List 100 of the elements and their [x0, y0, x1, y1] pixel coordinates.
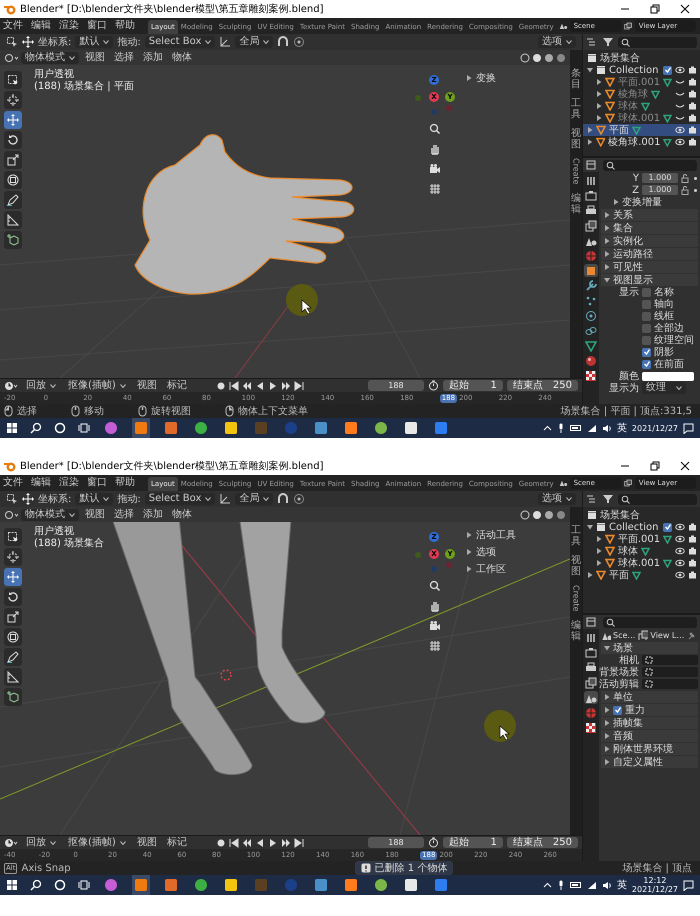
menu-item[interactable]: 标记 [164, 836, 190, 848]
outliner-item[interactable]: 棱角球.001 [608, 135, 660, 149]
options-dropdown[interactable]: 选项 [538, 36, 576, 48]
property-label: Y [632, 172, 639, 184]
property-label: 背景场景 [599, 666, 639, 678]
input-language-indicator[interactable]: 英 [616, 421, 627, 435]
data-block-picker[interactable]: Sce… [601, 630, 636, 640]
property-label: 相机 [619, 654, 639, 666]
outliner-item[interactable]: 场景集合 [600, 508, 640, 522]
status-message: 已删除 1 个物体 [374, 862, 448, 875]
menu-item[interactable]: 帮助 [112, 20, 138, 32]
sidebar-tab[interactable]: 编辑 [571, 620, 581, 642]
sidebar-tab[interactable]: 编辑 [571, 192, 581, 215]
outliner-item[interactable]: 平面.001 [618, 532, 660, 546]
sidebar-tab[interactable]: 工具 [571, 98, 581, 120]
menu-item[interactable]: 视图 [134, 836, 160, 848]
mode-dropdown[interactable]: 物体模式 [21, 508, 79, 520]
outliner-row[interactable]: Collection [583, 64, 700, 76]
menu-item[interactable]: 选择 [111, 508, 137, 520]
sidebar-tab[interactable]: Create [572, 158, 580, 185]
clock-date[interactable]: 2021/12/27 [632, 424, 678, 432]
clock-date[interactable]: 2021/12/27 [632, 885, 678, 894]
outliner-item[interactable]: 棱角球 [618, 87, 648, 101]
current-frame-field[interactable]: 188 [368, 380, 424, 391]
menu-item[interactable]: 渲染 [56, 477, 82, 489]
outliner-row[interactable]: 球体 [583, 100, 700, 112]
number-field[interactable]: 1.000 [642, 173, 678, 183]
timeline-dropdown[interactable]: 抠像(插帧) [64, 836, 130, 848]
menu-item[interactable]: 视图 [82, 52, 108, 64]
clock-time[interactable]: 12:12 [643, 876, 666, 885]
menu-item[interactable]: 文件 [0, 20, 26, 32]
outliner-row[interactable]: 棱角球.001 [583, 136, 700, 148]
menu-item[interactable]: 编辑 [28, 477, 54, 489]
input-language-indicator[interactable]: 英 [616, 878, 627, 892]
outliner-row[interactable]: 平面.001 [583, 533, 700, 545]
timeline-dropdown[interactable]: 回放 [22, 836, 60, 848]
coordinate-dropdown[interactable]: 默认 [75, 493, 114, 505]
outliner-row[interactable]: 球体.001 [583, 112, 700, 124]
outliner-item[interactable]: 球体.001 [618, 111, 660, 125]
menu-item[interactable]: 文件 [0, 477, 26, 489]
sidebar-tab[interactable]: 条目 [571, 68, 581, 90]
menu-item[interactable]: 窗口 [84, 477, 110, 489]
end-frame-field[interactable]: 结束点 250 [506, 380, 578, 391]
drag-dropdown[interactable]: Select Box [144, 36, 216, 48]
current-frame-field[interactable]: 188 [368, 837, 424, 848]
outliner-row[interactable]: 平面.001 [583, 76, 700, 88]
start-frame-field[interactable]: 起始 1 [442, 837, 503, 848]
menu-item[interactable]: 添加 [140, 52, 166, 64]
sidebar-tab[interactable]: 视图 [571, 128, 581, 150]
outliner-item[interactable]: 平面.001 [618, 75, 660, 89]
outliner-row[interactable]: 球体.001 [583, 557, 700, 569]
sidebar-tab[interactable]: 工具 [571, 525, 581, 547]
data-block-picker[interactable]: View L… [638, 630, 684, 640]
outliner-item[interactable]: 球体 [618, 99, 638, 113]
view-name: 用户透视 [34, 69, 74, 81]
end-frame-field[interactable]: 结束点 250 [506, 837, 578, 848]
menu-item[interactable]: 窗口 [84, 20, 110, 32]
number-field[interactable]: 1.000 [642, 185, 678, 195]
outliner-row[interactable]: Collection [583, 521, 700, 533]
outliner-row[interactable]: 平面 [583, 124, 700, 136]
menu-item[interactable]: 添加 [140, 508, 166, 520]
menu-item[interactable]: 选择 [111, 52, 137, 64]
outliner-item[interactable]: 平面 [609, 123, 629, 137]
menu-item[interactable]: 渲染 [56, 20, 82, 32]
outliner-row[interactable]: 平面 [583, 569, 700, 581]
menu-item[interactable]: 物体 [169, 52, 195, 64]
panel-header[interactable]: 变换增量 [622, 195, 662, 209]
menu-item[interactable]: 标记 [164, 380, 190, 392]
outliner-row[interactable]: 棱角球 [583, 88, 700, 100]
outliner-item[interactable]: 场景集合 [600, 51, 640, 65]
menu-item[interactable]: 编辑 [28, 20, 54, 32]
outliner-row[interactable]: 球体 [583, 545, 700, 557]
start-frame-field[interactable]: 起始 1 [442, 380, 503, 391]
timeline-dropdown[interactable]: 回放 [22, 380, 60, 392]
outliner-item[interactable]: Collection [609, 522, 658, 532]
orientation-dropdown[interactable]: 全局 [235, 493, 274, 505]
menu-item[interactable]: 帮助 [112, 477, 138, 489]
property-label: 活动剪辑 [599, 678, 639, 691]
outliner-item[interactable]: 球体 [618, 544, 638, 558]
panel-header[interactable]: 工作区 [476, 562, 506, 576]
checkbox-label: 阴影 [654, 346, 674, 359]
drag-dropdown[interactable]: Select Box [144, 493, 216, 505]
menu-item[interactable]: 视图 [82, 508, 108, 520]
panel-header[interactable]: 活动工具 [476, 528, 516, 542]
display-dropdown[interactable]: 纹理 [642, 382, 686, 394]
sidebar-tab[interactable]: 视图 [571, 555, 581, 577]
coordinate-dropdown[interactable]: 默认 [75, 36, 114, 48]
options-dropdown[interactable]: 选项 [538, 493, 576, 505]
sidebar-tab[interactable]: Create [572, 585, 580, 612]
mode-dropdown[interactable]: 物体模式 [21, 52, 79, 64]
menu-item[interactable]: 视图 [134, 380, 160, 392]
panel-header[interactable]: 选项 [476, 545, 496, 559]
outliner-item[interactable]: 平面 [609, 568, 629, 582]
outliner-item[interactable]: 球体.001 [618, 556, 660, 570]
status-hint: 选择 [17, 404, 37, 418]
menu-item[interactable]: 物体 [169, 508, 195, 520]
outliner-item[interactable]: Collection [609, 64, 658, 76]
timeline-dropdown[interactable]: 抠像(插帧) [64, 380, 130, 392]
orientation-dropdown[interactable]: 全局 [235, 36, 274, 48]
panel-header[interactable]: 变换 [476, 71, 496, 85]
